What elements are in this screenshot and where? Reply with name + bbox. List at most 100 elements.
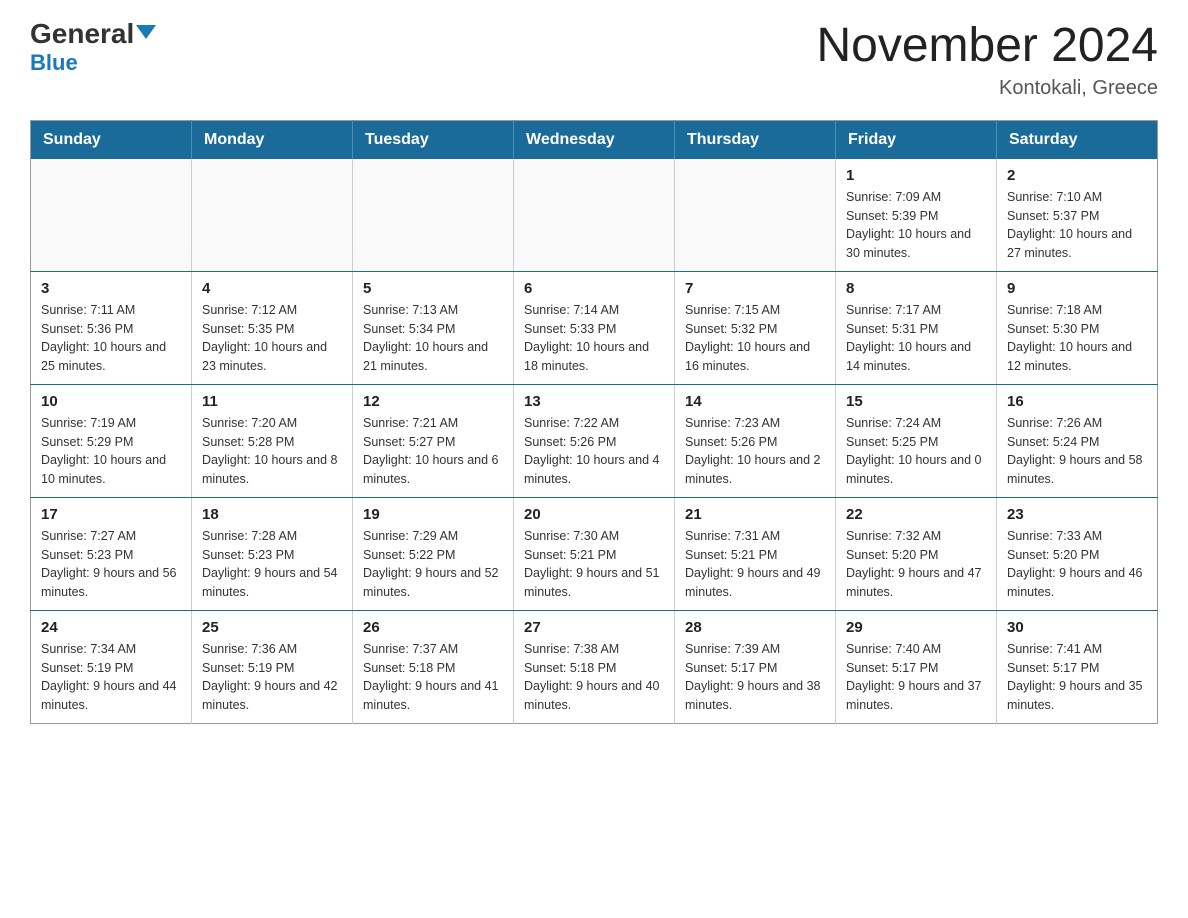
table-row: 17 Sunrise: 7:27 AMSunset: 5:23 PMDayligh… bbox=[31, 497, 192, 610]
table-row: 22 Sunrise: 7:32 AMSunset: 5:20 PMDayligh… bbox=[836, 497, 997, 610]
table-row bbox=[31, 159, 192, 272]
table-row: 9 Sunrise: 7:18 AMSunset: 5:30 PMDaylight… bbox=[997, 271, 1158, 384]
table-row: 20 Sunrise: 7:30 AMSunset: 5:21 PMDayligh… bbox=[514, 497, 675, 610]
day-number: 3 bbox=[41, 280, 181, 297]
day-info: Sunrise: 7:37 AMSunset: 5:18 PMDaylight:… bbox=[363, 640, 503, 715]
day-number: 4 bbox=[202, 280, 342, 297]
calendar-week-row: 17 Sunrise: 7:27 AMSunset: 5:23 PMDayligh… bbox=[31, 497, 1158, 610]
day-info: Sunrise: 7:11 AMSunset: 5:36 PMDaylight:… bbox=[41, 301, 181, 376]
table-row bbox=[675, 159, 836, 272]
day-number: 26 bbox=[363, 619, 503, 636]
table-row bbox=[192, 159, 353, 272]
day-info: Sunrise: 7:24 AMSunset: 5:25 PMDaylight:… bbox=[846, 414, 986, 489]
day-info: Sunrise: 7:40 AMSunset: 5:17 PMDaylight:… bbox=[846, 640, 986, 715]
table-row: 25 Sunrise: 7:36 AMSunset: 5:19 PMDayligh… bbox=[192, 610, 353, 723]
day-number: 9 bbox=[1007, 280, 1147, 297]
day-number: 16 bbox=[1007, 393, 1147, 410]
day-number: 21 bbox=[685, 506, 825, 523]
table-row: 29Sunrise: 7:40 AMSunset: 5:17 PMDayligh… bbox=[836, 610, 997, 723]
day-info: Sunrise: 7:39 AMSunset: 5:17 PMDaylight:… bbox=[685, 640, 825, 715]
table-row: 14 Sunrise: 7:23 AMSunset: 5:26 PMDayligh… bbox=[675, 384, 836, 497]
day-number: 15 bbox=[846, 393, 986, 410]
location: Kontokali, Greece bbox=[816, 77, 1158, 100]
day-info: Sunrise: 7:18 AMSunset: 5:30 PMDaylight:… bbox=[1007, 301, 1147, 376]
day-number: 22 bbox=[846, 506, 986, 523]
logo-triangle-icon bbox=[136, 25, 156, 39]
table-row: 7Sunrise: 7:15 AMSunset: 5:32 PMDaylight… bbox=[675, 271, 836, 384]
col-wednesday: Wednesday bbox=[514, 120, 675, 159]
day-number: 6 bbox=[524, 280, 664, 297]
table-row: 8 Sunrise: 7:17 AMSunset: 5:31 PMDaylight… bbox=[836, 271, 997, 384]
table-row: 26 Sunrise: 7:37 AMSunset: 5:18 PMDayligh… bbox=[353, 610, 514, 723]
day-info: Sunrise: 7:17 AMSunset: 5:31 PMDaylight:… bbox=[846, 301, 986, 376]
calendar-week-row: 3 Sunrise: 7:11 AMSunset: 5:36 PMDaylight… bbox=[31, 271, 1158, 384]
logo-blue: Blue bbox=[30, 50, 78, 76]
table-row: 5Sunrise: 7:13 AMSunset: 5:34 PMDaylight… bbox=[353, 271, 514, 384]
col-monday: Monday bbox=[192, 120, 353, 159]
day-info: Sunrise: 7:19 AMSunset: 5:29 PMDaylight:… bbox=[41, 414, 181, 489]
table-row: 2 Sunrise: 7:10 AMSunset: 5:37 PMDaylight… bbox=[997, 159, 1158, 272]
day-number: 23 bbox=[1007, 506, 1147, 523]
day-info: Sunrise: 7:15 AMSunset: 5:32 PMDaylight:… bbox=[685, 301, 825, 376]
col-friday: Friday bbox=[836, 120, 997, 159]
table-row: 11 Sunrise: 7:20 AMSunset: 5:28 PMDayligh… bbox=[192, 384, 353, 497]
day-number: 24 bbox=[41, 619, 181, 636]
table-row: 12Sunrise: 7:21 AMSunset: 5:27 PMDayligh… bbox=[353, 384, 514, 497]
title-section: November 2024 Kontokali, Greece bbox=[816, 20, 1158, 100]
day-info: Sunrise: 7:22 AMSunset: 5:26 PMDaylight:… bbox=[524, 414, 664, 489]
day-number: 10 bbox=[41, 393, 181, 410]
day-number: 2 bbox=[1007, 167, 1147, 184]
table-row: 10 Sunrise: 7:19 AMSunset: 5:29 PMDayligh… bbox=[31, 384, 192, 497]
calendar-week-row: 24Sunrise: 7:34 AMSunset: 5:19 PMDayligh… bbox=[31, 610, 1158, 723]
table-row: 23 Sunrise: 7:33 AMSunset: 5:20 PMDayligh… bbox=[997, 497, 1158, 610]
col-saturday: Saturday bbox=[997, 120, 1158, 159]
table-row: 19 Sunrise: 7:29 AMSunset: 5:22 PMDayligh… bbox=[353, 497, 514, 610]
month-title: November 2024 bbox=[816, 20, 1158, 73]
day-info: Sunrise: 7:27 AMSunset: 5:23 PMDaylight:… bbox=[41, 527, 181, 602]
logo: General Blue bbox=[30, 20, 156, 76]
day-info: Sunrise: 7:32 AMSunset: 5:20 PMDaylight:… bbox=[846, 527, 986, 602]
day-number: 11 bbox=[202, 393, 342, 410]
table-row: 13Sunrise: 7:22 AMSunset: 5:26 PMDayligh… bbox=[514, 384, 675, 497]
table-row: 27Sunrise: 7:38 AMSunset: 5:18 PMDayligh… bbox=[514, 610, 675, 723]
day-number: 28 bbox=[685, 619, 825, 636]
table-row: 24Sunrise: 7:34 AMSunset: 5:19 PMDayligh… bbox=[31, 610, 192, 723]
day-number: 5 bbox=[363, 280, 503, 297]
table-row bbox=[514, 159, 675, 272]
day-info: Sunrise: 7:12 AMSunset: 5:35 PMDaylight:… bbox=[202, 301, 342, 376]
table-row: 16 Sunrise: 7:26 AMSunset: 5:24 PMDayligh… bbox=[997, 384, 1158, 497]
day-number: 19 bbox=[363, 506, 503, 523]
table-row: 28 Sunrise: 7:39 AMSunset: 5:17 PMDayligh… bbox=[675, 610, 836, 723]
calendar-week-row: 10 Sunrise: 7:19 AMSunset: 5:29 PMDayligh… bbox=[31, 384, 1158, 497]
day-number: 25 bbox=[202, 619, 342, 636]
col-sunday: Sunday bbox=[31, 120, 192, 159]
day-info: Sunrise: 7:30 AMSunset: 5:21 PMDaylight:… bbox=[524, 527, 664, 602]
calendar-table: Sunday Monday Tuesday Wednesday Thursday… bbox=[30, 120, 1158, 724]
day-info: Sunrise: 7:21 AMSunset: 5:27 PMDaylight:… bbox=[363, 414, 503, 489]
day-number: 30 bbox=[1007, 619, 1147, 636]
day-number: 17 bbox=[41, 506, 181, 523]
table-row: 6Sunrise: 7:14 AMSunset: 5:33 PMDaylight… bbox=[514, 271, 675, 384]
table-row: 3 Sunrise: 7:11 AMSunset: 5:36 PMDaylight… bbox=[31, 271, 192, 384]
col-thursday: Thursday bbox=[675, 120, 836, 159]
day-info: Sunrise: 7:09 AMSunset: 5:39 PMDaylight:… bbox=[846, 188, 986, 263]
day-info: Sunrise: 7:28 AMSunset: 5:23 PMDaylight:… bbox=[202, 527, 342, 602]
day-info: Sunrise: 7:36 AMSunset: 5:19 PMDaylight:… bbox=[202, 640, 342, 715]
day-info: Sunrise: 7:23 AMSunset: 5:26 PMDaylight:… bbox=[685, 414, 825, 489]
day-number: 20 bbox=[524, 506, 664, 523]
logo-general: General bbox=[30, 20, 156, 48]
day-info: Sunrise: 7:20 AMSunset: 5:28 PMDaylight:… bbox=[202, 414, 342, 489]
page-header: General Blue November 2024 Kontokali, Gr… bbox=[30, 20, 1158, 100]
table-row: 30 Sunrise: 7:41 AMSunset: 5:17 PMDayligh… bbox=[997, 610, 1158, 723]
day-info: Sunrise: 7:29 AMSunset: 5:22 PMDaylight:… bbox=[363, 527, 503, 602]
day-number: 18 bbox=[202, 506, 342, 523]
day-number: 14 bbox=[685, 393, 825, 410]
table-row: 4 Sunrise: 7:12 AMSunset: 5:35 PMDaylight… bbox=[192, 271, 353, 384]
day-number: 8 bbox=[846, 280, 986, 297]
day-info: Sunrise: 7:41 AMSunset: 5:17 PMDaylight:… bbox=[1007, 640, 1147, 715]
calendar-header-row: Sunday Monday Tuesday Wednesday Thursday… bbox=[31, 120, 1158, 159]
table-row: 15 Sunrise: 7:24 AMSunset: 5:25 PMDayligh… bbox=[836, 384, 997, 497]
day-info: Sunrise: 7:26 AMSunset: 5:24 PMDaylight:… bbox=[1007, 414, 1147, 489]
day-info: Sunrise: 7:33 AMSunset: 5:20 PMDaylight:… bbox=[1007, 527, 1147, 602]
day-info: Sunrise: 7:10 AMSunset: 5:37 PMDaylight:… bbox=[1007, 188, 1147, 263]
